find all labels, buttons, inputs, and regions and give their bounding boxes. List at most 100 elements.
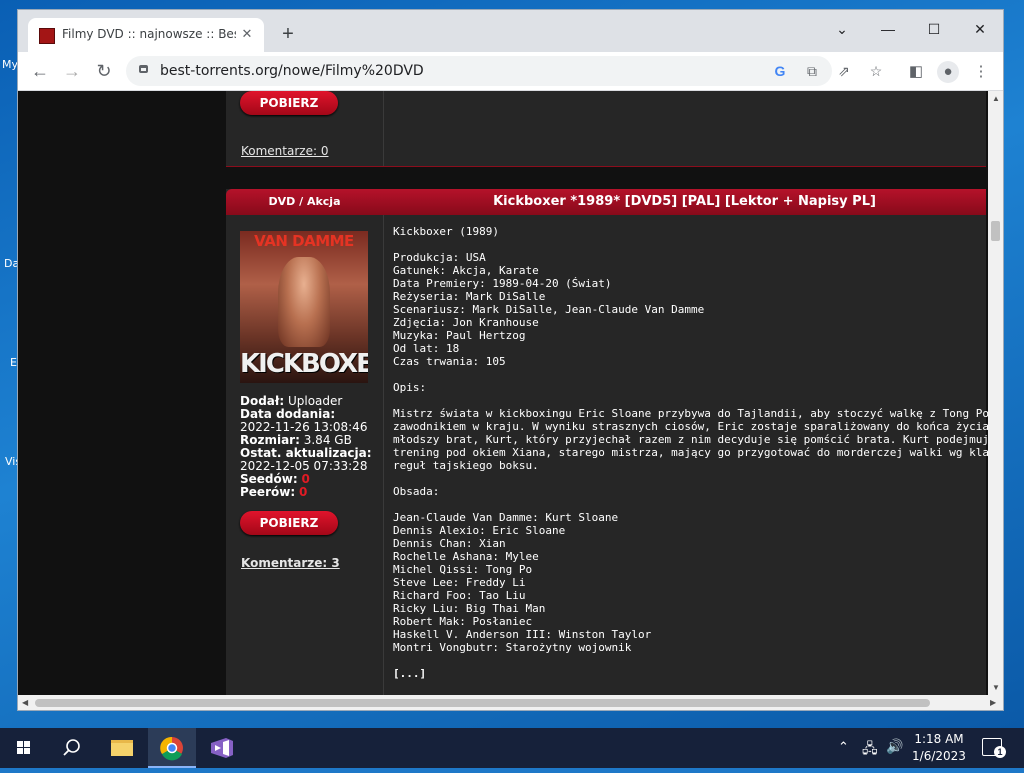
new-tab-button[interactable]: + [276, 23, 300, 47]
torrent-description: Kickboxer (1989) Produkcja: USA Gatunek:… [393, 225, 988, 680]
windows-logo-icon [17, 741, 30, 754]
clock-time: 1:18 AM [914, 732, 964, 746]
desc-line: Reżyseria: Mark DiSalle [393, 290, 546, 303]
tab-search-button[interactable]: ⌄ [820, 15, 864, 43]
system-clock[interactable]: 1:18 AM 1/6/2023 [908, 731, 970, 765]
file-explorer-button[interactable] [98, 728, 146, 768]
poster-bottom-text: KICKBOXER [240, 349, 368, 379]
close-window-button[interactable]: ✕ [958, 15, 1002, 43]
size-value: 3.84 GB [303, 433, 352, 447]
synopsis-line: Mistrz świata w kickboxingu Eric Sloane … [393, 407, 988, 420]
desktop-icon-label[interactable]: My [2, 58, 18, 71]
folder-icon [111, 740, 133, 756]
browser-tab[interactable]: Filmy DVD :: najnowsze :: Best-To ✕ [28, 18, 264, 52]
scrollbar-thumb[interactable] [991, 221, 1000, 241]
synopsis-line: trening pod okiem Xiana, starego mistrza… [393, 446, 988, 459]
share-icon[interactable]: ⇗ [835, 62, 853, 80]
torrent-card: DVD / Akcja Kickboxer *1989* [DVD5] [PAL… [226, 189, 988, 695]
google-icon[interactable]: G [771, 62, 789, 80]
cast-line: Steve Lee: Freddy Li [393, 576, 526, 589]
chrome-taskbar-button[interactable] [148, 728, 196, 768]
cast-line: Rochelle Ashana: Mylee [393, 550, 539, 563]
clock-date: 1/6/2023 [912, 749, 966, 763]
scroll-left-icon[interactable]: ◀ [22, 698, 28, 707]
menu-kebab-icon[interactable]: ⋮ [970, 61, 992, 83]
taskbar: ⌃ 🖧 🔊 1:18 AM 1/6/2023 1 [0, 728, 1024, 768]
cast-line: Ricky Liu: Big Thai Man [393, 602, 546, 615]
cast-line: Dennis Alexio: Eric Sloane [393, 524, 566, 537]
lock-icon[interactable] [139, 65, 148, 73]
seeds-count: 0 [301, 472, 310, 486]
url-text[interactable]: best-torrents.org/nowe/Filmy%20DVD [160, 63, 424, 79]
side-panel-icon[interactable]: ◧ [905, 61, 927, 83]
desktop-icon-label[interactable]: E [10, 356, 17, 369]
desc-line: Od lat: 18 [393, 342, 460, 355]
vertical-scrollbar[interactable]: ▲ ▼ [988, 91, 1003, 695]
category-link[interactable]: DVD / Akcja [226, 189, 383, 215]
download-button[interactable]: POBIERZ [240, 511, 338, 535]
show-hidden-icons-icon[interactable]: ⌃ [838, 739, 849, 755]
peers-count: 0 [298, 485, 308, 499]
cast-line: Michel Qissi: Tong Po [393, 563, 533, 576]
uploader-name: Uploader [287, 394, 343, 408]
poster-figure [278, 257, 330, 347]
torrent-card-previous: POBIERZ Komentarze: 0 [226, 91, 986, 167]
minimize-button[interactable]: — [866, 15, 910, 43]
scroll-down-icon[interactable]: ▼ [992, 683, 1000, 692]
tab-strip: Filmy DVD :: najnowsze :: Best-To ✕ + ⌄ … [18, 10, 1003, 52]
synopsis-line: młodszy brat, Kurt, który przyjechał raz… [393, 433, 988, 446]
search-button[interactable] [48, 728, 96, 768]
forward-button[interactable]: → [59, 59, 85, 83]
cast-line: Jean-Claude Van Damme: Kurt Sloane [393, 511, 619, 524]
cast-line: Montri Vongbutr: Starożytny wojownik [393, 641, 632, 654]
reload-button[interactable]: ↻ [91, 59, 117, 83]
desc-line: Opis: [393, 381, 427, 394]
meta-label: Peerów: [240, 485, 296, 499]
desktop-icon-label[interactable]: Da [4, 257, 19, 270]
desc-line: Gatunek: Akcja, Karate [393, 264, 539, 277]
desc-line: Obsada: [393, 485, 440, 498]
poster-top-text: VAN DAMME [254, 232, 354, 250]
volume-icon[interactable]: 🔊 [886, 738, 903, 755]
scroll-up-icon[interactable]: ▲ [992, 94, 1000, 103]
desc-line: Data Premiery: 1989-04-20 (Świat) [393, 277, 612, 290]
meta-label: Data dodania: [240, 407, 336, 421]
card-header: DVD / Akcja Kickboxer *1989* [DVD5] [PAL… [226, 189, 986, 215]
visual-studio-icon [211, 738, 233, 758]
address-bar[interactable]: best-torrents.org/nowe/Filmy%20DVD G ⧉ ⇗… [126, 56, 882, 86]
cast-line: Dennis Chan: Xian [393, 537, 506, 550]
comments-link[interactable]: Komentarze: 3 [241, 556, 340, 570]
card-sidebar: POBIERZ Komentarze: 0 [226, 91, 384, 166]
comments-link[interactable]: Komentarze: 0 [241, 144, 328, 158]
desc-heading: Kickboxer (1989) [393, 225, 499, 238]
notification-badge: 1 [994, 746, 1006, 758]
cast-line: Haskell V. Anderson III: Winston Taylor [393, 628, 652, 641]
scrollbar-thumb[interactable] [35, 699, 930, 707]
back-button[interactable]: ← [27, 59, 53, 83]
tab-title: Filmy DVD :: najnowsze :: Best-To [62, 27, 236, 41]
translate-icon[interactable]: ⧉ [803, 62, 821, 80]
horizontal-scrollbar[interactable]: ◀ ▶ [18, 695, 1003, 710]
meta-label: Dodał: [240, 394, 285, 408]
network-icon[interactable]: 🖧 [862, 738, 878, 762]
desc-line: Muzyka: Paul Hertzog [393, 329, 526, 342]
left-column [18, 91, 226, 695]
meta-label: Ostat. aktualizacja: [240, 446, 372, 460]
read-more-link[interactable]: [...] [393, 667, 988, 680]
start-button[interactable] [0, 728, 48, 768]
meta-label: Seedów: [240, 472, 298, 486]
desc-line: Produkcja: USA [393, 251, 486, 264]
close-tab-icon[interactable]: ✕ [238, 25, 256, 43]
torrent-title-link[interactable]: Kickboxer *1989* [DVD5] [PAL] [Lektor + … [383, 189, 986, 215]
synopsis-line: reguł tajskiego boksu. [393, 459, 539, 472]
search-icon [63, 739, 80, 756]
visual-studio-button[interactable] [198, 728, 246, 768]
desc-line: Czas trwania: 105 [393, 355, 506, 368]
bookmark-star-icon[interactable]: ☆ [867, 62, 885, 80]
profile-avatar-icon[interactable]: ● [937, 61, 959, 83]
scroll-right-icon[interactable]: ▶ [990, 698, 996, 707]
download-button[interactable]: POBIERZ [240, 91, 338, 115]
maximize-button[interactable]: ☐ [912, 15, 956, 43]
movie-poster-image[interactable]: VAN DAMME KICKBOXER [240, 231, 368, 383]
cast-line: Richard Foo: Tao Liu [393, 589, 526, 602]
